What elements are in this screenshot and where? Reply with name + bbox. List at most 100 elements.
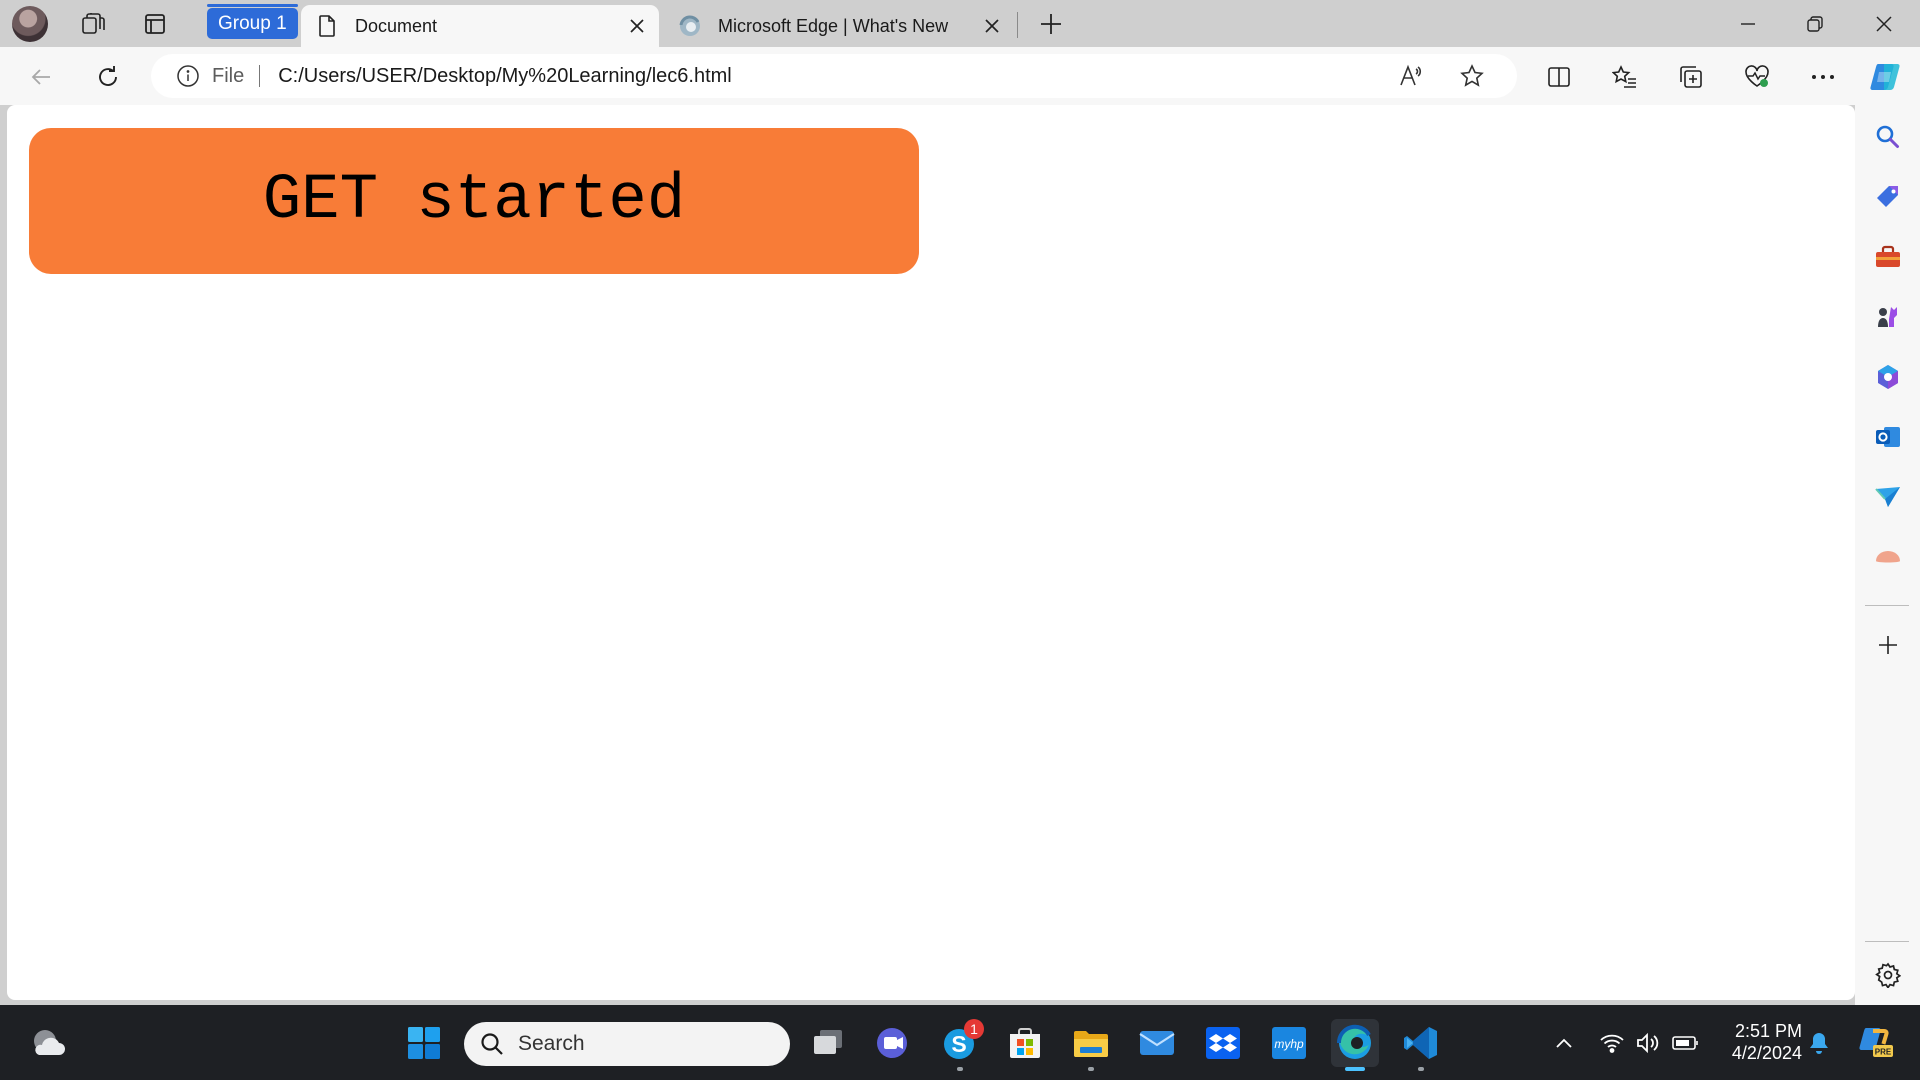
- new-tab-button[interactable]: [1033, 6, 1069, 42]
- browser-essentials-button[interactable]: [1738, 58, 1776, 96]
- close-tab-icon[interactable]: [980, 14, 1004, 38]
- skype-app[interactable]: S 1: [936, 1019, 984, 1071]
- notifications-button[interactable]: [1803, 1027, 1835, 1059]
- profile-button[interactable]: [12, 6, 48, 42]
- settings-more-button[interactable]: [1804, 58, 1842, 96]
- paper-plane-icon: [1875, 487, 1900, 507]
- weather-cloud-icon: [34, 1030, 65, 1055]
- battery-icon: [1672, 1036, 1698, 1050]
- add-favorite-button[interactable]: [1453, 57, 1491, 95]
- page-viewport: GET started: [7, 105, 1855, 1000]
- read-aloud-button[interactable]: [1393, 57, 1431, 95]
- task-view-icon: [814, 1030, 842, 1054]
- sidebar-divider: [1865, 941, 1909, 942]
- edge-taskbar-app[interactable]: [1331, 1019, 1379, 1071]
- close-window-button[interactable]: [1852, 0, 1916, 47]
- back-arrow-icon: [31, 69, 50, 85]
- start-button[interactable]: [400, 1019, 448, 1067]
- wifi-status[interactable]: [1596, 1027, 1628, 1059]
- sidebar-outlook-button[interactable]: [1868, 417, 1908, 457]
- sidebar-app-button[interactable]: [1868, 537, 1908, 577]
- microsoft-365-icon: [1878, 365, 1898, 389]
- document-icon: [315, 14, 339, 38]
- vscode-icon: [1404, 1027, 1437, 1059]
- close-tab-icon[interactable]: [625, 14, 649, 38]
- sidebar-tools-button[interactable]: [1868, 237, 1908, 277]
- collections-button[interactable]: [1672, 58, 1710, 96]
- myhp-app[interactable]: myhp: [1265, 1019, 1313, 1067]
- running-indicator: [1088, 1067, 1094, 1071]
- url-scheme-label: File: [212, 64, 245, 87]
- workspaces-button[interactable]: [75, 6, 111, 42]
- edge-sidebar: [1855, 105, 1920, 1005]
- sidebar-search-button[interactable]: [1868, 117, 1908, 157]
- windows-taskbar: Search S 1 myhp 2:51 PM 4/2/2024 PRE: [0, 1005, 1920, 1080]
- sidebar-settings-button[interactable]: [1868, 955, 1908, 995]
- restore-button[interactable]: [1783, 0, 1847, 47]
- bell-icon: [1810, 1033, 1828, 1054]
- volume-status[interactable]: [1632, 1027, 1664, 1059]
- address-divider: [259, 65, 261, 87]
- myhp-icon: myhp: [1272, 1027, 1306, 1059]
- restore-icon: [1807, 15, 1823, 32]
- minimize-icon: [1741, 22, 1755, 25]
- task-view-button[interactable]: [804, 1019, 852, 1067]
- chevron-up-icon: [1556, 1038, 1572, 1048]
- outlook-icon: [1876, 427, 1900, 447]
- chess-piece-icon: [1878, 307, 1897, 327]
- tab-title: Microsoft Edge | What's New: [718, 15, 949, 36]
- clock-time: 2:51 PM: [1734, 1021, 1802, 1041]
- tab-whats-new[interactable]: Microsoft Edge | What's New: [664, 5, 1014, 47]
- sidebar-add-button[interactable]: [1868, 625, 1908, 665]
- address-bar[interactable]: File C:/Users/USER/Desktop/My%20Learning…: [151, 54, 1517, 98]
- tab-document[interactable]: Document: [301, 5, 659, 47]
- search-icon: [1876, 125, 1899, 148]
- taskbar-clock[interactable]: 2:51 PM 4/2/2024: [1712, 1020, 1802, 1064]
- running-indicator: [1345, 1067, 1365, 1071]
- folder-icon: [1074, 1031, 1108, 1057]
- tab-actions-button[interactable]: [137, 6, 173, 42]
- svg-text:S: S: [951, 1031, 966, 1057]
- back-button[interactable]: [22, 58, 60, 96]
- read-aloud-icon: [1400, 64, 1422, 86]
- show-hidden-icons-button[interactable]: [1548, 1027, 1580, 1059]
- copilot-preview-button[interactable]: PRE: [1856, 1023, 1896, 1063]
- site-info-icon[interactable]: [175, 63, 201, 89]
- tab-group-chip[interactable]: Group 1: [207, 4, 298, 39]
- windows-logo-icon: [408, 1027, 440, 1059]
- mail-app[interactable]: [1133, 1019, 1181, 1067]
- plus-icon: [1041, 14, 1061, 34]
- teams-chat-app[interactable]: [869, 1019, 917, 1067]
- favorites-button[interactable]: [1606, 58, 1644, 96]
- vscode-app[interactable]: [1397, 1019, 1445, 1071]
- svg-text:myhp: myhp: [1274, 1037, 1304, 1051]
- tab-divider: [1017, 12, 1018, 38]
- weather-widget[interactable]: [24, 1019, 72, 1067]
- minimize-button[interactable]: [1716, 0, 1780, 47]
- copilot-icon: [1870, 64, 1900, 90]
- microsoft-store-app[interactable]: [1001, 1019, 1049, 1067]
- sidebar-m365-button[interactable]: [1868, 357, 1908, 397]
- star-icon: [1460, 64, 1484, 87]
- sidebar-shopping-button[interactable]: [1868, 177, 1908, 217]
- file-explorer-app[interactable]: [1067, 1019, 1115, 1071]
- clock-date: 4/2/2024: [1731, 1043, 1802, 1063]
- refresh-button[interactable]: [89, 58, 127, 96]
- copilot-button[interactable]: [1867, 58, 1905, 96]
- video-chat-icon: [877, 1028, 907, 1058]
- dropbox-app[interactable]: [1199, 1019, 1247, 1067]
- sidebar-games-button[interactable]: [1868, 297, 1908, 337]
- sidebar-send-button[interactable]: [1868, 477, 1908, 517]
- taskbar-search-box[interactable]: Search: [464, 1022, 790, 1066]
- get-started-button[interactable]: GET started: [29, 128, 919, 274]
- shopping-tag-icon: [1877, 186, 1898, 207]
- dropbox-icon: [1206, 1027, 1240, 1059]
- tab-actions-icon: [145, 14, 165, 34]
- battery-status[interactable]: [1670, 1027, 1702, 1059]
- store-bag-icon: [1010, 1028, 1040, 1058]
- browser-toolbar: File C:/Users/USER/Desktop/My%20Learning…: [0, 47, 1920, 105]
- url-text[interactable]: C:/Users/USER/Desktop/My%20Learning/lec6…: [278, 65, 732, 88]
- notification-badge: 1: [964, 1019, 984, 1039]
- split-screen-button[interactable]: [1540, 58, 1578, 96]
- close-icon: [1876, 15, 1892, 32]
